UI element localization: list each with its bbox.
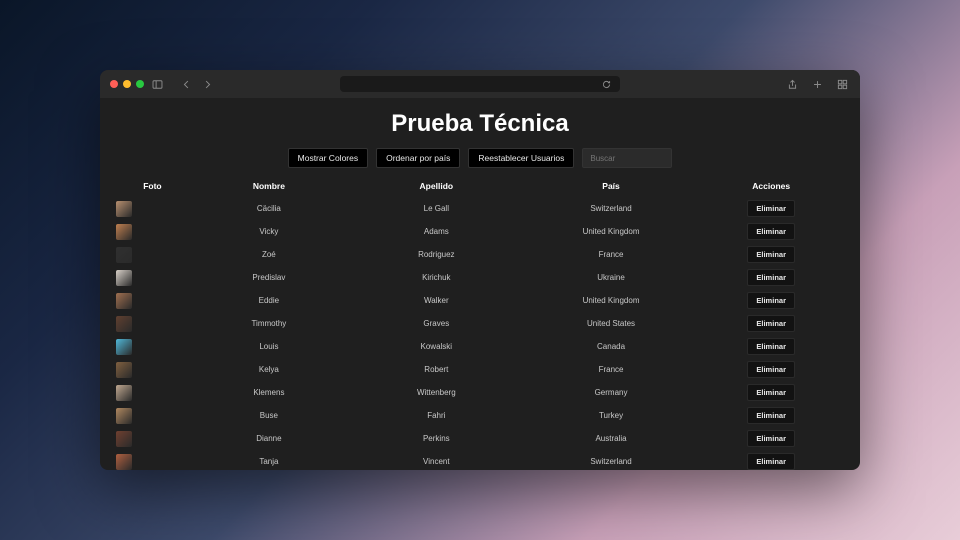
- back-button[interactable]: [179, 79, 194, 90]
- browser-window: Prueba Técnica Mostrar Colores Ordenar p…: [100, 70, 860, 470]
- cell-name: Timmothy: [189, 312, 349, 335]
- minimize-window-button[interactable]: [123, 80, 131, 88]
- cell-surname: Le Gall: [349, 197, 524, 220]
- cell-name: Tanja: [189, 450, 349, 470]
- avatar: [116, 224, 132, 240]
- avatar: [116, 270, 132, 286]
- delete-button[interactable]: Eliminar: [747, 430, 795, 447]
- delete-button[interactable]: Eliminar: [747, 361, 795, 378]
- table-row: EddieWalkerUnited Kingdom Eliminar: [116, 289, 844, 312]
- cell-country: Canada: [524, 335, 699, 358]
- share-icon[interactable]: [785, 79, 800, 90]
- table-row: PredislavKirichukUkraine Eliminar: [116, 266, 844, 289]
- delete-button[interactable]: Eliminar: [747, 292, 795, 309]
- page-content: Prueba Técnica Mostrar Colores Ordenar p…: [100, 98, 860, 470]
- cell-surname: Adams: [349, 220, 524, 243]
- header-surname: Apellido: [349, 178, 524, 197]
- cell-country: United Kingdom: [524, 289, 699, 312]
- cell-surname: Kowalski: [349, 335, 524, 358]
- delete-button[interactable]: Eliminar: [747, 315, 795, 332]
- delete-button[interactable]: Eliminar: [747, 338, 795, 355]
- cell-surname: Rodriguez: [349, 243, 524, 266]
- avatar: [116, 293, 132, 309]
- avatar: [116, 362, 132, 378]
- table-row: ZoéRodriguezFrance Eliminar: [116, 243, 844, 266]
- reset-users-button[interactable]: Reestablecer Usuarios: [468, 148, 574, 168]
- header-name: Nombre: [189, 178, 349, 197]
- cell-country: Switzerland: [524, 197, 699, 220]
- avatar: [116, 431, 132, 447]
- page-title: Prueba Técnica: [116, 110, 844, 138]
- header-actions: Acciones: [698, 178, 844, 197]
- avatar: [116, 201, 132, 217]
- cell-country: Turkey: [524, 404, 699, 427]
- table-row: KelyaRobertFrance Eliminar: [116, 358, 844, 381]
- cell-surname: Wittenberg: [349, 381, 524, 404]
- cell-country: United Kingdom: [524, 220, 699, 243]
- titlebar: [100, 70, 860, 98]
- cell-country: France: [524, 243, 699, 266]
- cell-name: Predislav: [189, 266, 349, 289]
- toolbar: Mostrar Colores Ordenar por país Reestab…: [116, 148, 844, 168]
- table-row: LouisKowalskiCanada Eliminar: [116, 335, 844, 358]
- window-controls: [110, 80, 144, 88]
- avatar: [116, 316, 132, 332]
- delete-button[interactable]: Eliminar: [747, 246, 795, 263]
- cell-name: Klemens: [189, 381, 349, 404]
- table-row: BuseFahriTurkey Eliminar: [116, 404, 844, 427]
- cell-name: Eddie: [189, 289, 349, 312]
- delete-button[interactable]: Eliminar: [747, 223, 795, 240]
- cell-country: United States: [524, 312, 699, 335]
- avatar: [116, 454, 132, 470]
- address-bar[interactable]: [340, 76, 620, 92]
- sort-by-country-button[interactable]: Ordenar por país: [376, 148, 460, 168]
- table-row: TimmothyGravesUnited States Eliminar: [116, 312, 844, 335]
- cell-surname: Walker: [349, 289, 524, 312]
- header-country: País: [524, 178, 699, 197]
- cell-country: France: [524, 358, 699, 381]
- table-row: TanjaVincentSwitzerland Eliminar: [116, 450, 844, 470]
- delete-button[interactable]: Eliminar: [747, 269, 795, 286]
- cell-surname: Kirichuk: [349, 266, 524, 289]
- cell-country: Germany: [524, 381, 699, 404]
- avatar: [116, 247, 132, 263]
- avatar: [116, 408, 132, 424]
- table-row: DiannePerkinsAustralia Eliminar: [116, 427, 844, 450]
- avatar: [116, 339, 132, 355]
- cell-country: Switzerland: [524, 450, 699, 470]
- table-row: CäciliaLe GallSwitzerland Eliminar: [116, 197, 844, 220]
- cell-name: Vicky: [189, 220, 349, 243]
- cell-surname: Fahri: [349, 404, 524, 427]
- tabs-overview-icon[interactable]: [835, 79, 850, 90]
- table-row: VickyAdamsUnited Kingdom Eliminar: [116, 220, 844, 243]
- cell-surname: Vincent: [349, 450, 524, 470]
- delete-button[interactable]: Eliminar: [747, 453, 795, 470]
- table-row: KlemensWittenbergGermany Eliminar: [116, 381, 844, 404]
- cell-name: Kelya: [189, 358, 349, 381]
- delete-button[interactable]: Eliminar: [747, 200, 795, 217]
- cell-country: Ukraine: [524, 266, 699, 289]
- header-photo: Foto: [116, 178, 189, 197]
- show-colors-button[interactable]: Mostrar Colores: [288, 148, 368, 168]
- cell-name: Dianne: [189, 427, 349, 450]
- new-tab-icon[interactable]: [810, 79, 825, 90]
- close-window-button[interactable]: [110, 80, 118, 88]
- cell-surname: Robert: [349, 358, 524, 381]
- search-input[interactable]: [582, 148, 672, 168]
- cell-name: Cäcilia: [189, 197, 349, 220]
- cell-name: Zoé: [189, 243, 349, 266]
- cell-name: Buse: [189, 404, 349, 427]
- avatar: [116, 385, 132, 401]
- users-table: Foto Nombre Apellido País Acciones Cäcil…: [116, 178, 844, 470]
- cell-surname: Perkins: [349, 427, 524, 450]
- cell-surname: Graves: [349, 312, 524, 335]
- forward-button[interactable]: [200, 79, 215, 90]
- reload-icon[interactable]: [599, 79, 614, 90]
- cell-name: Louis: [189, 335, 349, 358]
- delete-button[interactable]: Eliminar: [747, 407, 795, 424]
- cell-country: Australia: [524, 427, 699, 450]
- sidebar-toggle-icon[interactable]: [150, 79, 165, 90]
- delete-button[interactable]: Eliminar: [747, 384, 795, 401]
- maximize-window-button[interactable]: [136, 80, 144, 88]
